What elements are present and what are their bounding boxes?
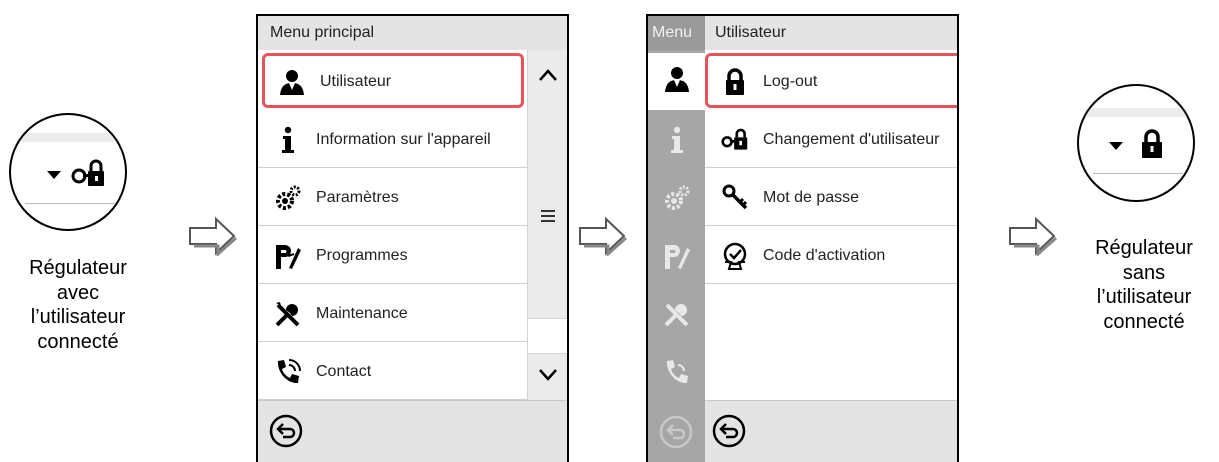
menu-item-parametres[interactable]: Paramètres	[258, 169, 530, 226]
main-menu-screen: Menu principal Utilisateur Information s…	[256, 14, 569, 462]
scroll-thumb[interactable]	[528, 318, 567, 354]
menu-item-label: Mot de passe	[763, 189, 860, 206]
dropdown-triangle-icon	[1109, 142, 1123, 150]
lock-icon	[726, 68, 744, 95]
menu-item-label: Maintenance	[316, 305, 408, 322]
lock-icon	[1142, 129, 1162, 158]
menu-item-changement-utilisateur[interactable]: Changement d'utilisateur	[705, 111, 957, 168]
user-lock-icon	[721, 128, 748, 150]
rail-item-parametres[interactable]	[648, 169, 705, 226]
rail-item-contact[interactable]	[648, 343, 705, 400]
info-icon	[282, 126, 294, 153]
gears-icon	[276, 185, 301, 210]
menu-item-label: Log-out	[763, 73, 818, 90]
menu-lines-icon[interactable]	[528, 200, 568, 232]
footer-bar	[258, 400, 567, 462]
gears-icon	[665, 185, 690, 210]
programs-icon	[276, 245, 301, 269]
activation-code-icon	[723, 242, 747, 270]
user-menu-screen: Menu Utilisateur Log-out Changement d'ut…	[646, 14, 959, 462]
user-icon	[665, 67, 689, 92]
rail-item-information[interactable]	[648, 111, 705, 168]
footer-bar	[705, 400, 957, 462]
arrow-right-icon	[189, 216, 237, 256]
menu-item-information[interactable]: Information sur l'appareil	[258, 111, 530, 168]
menu-item-label: Contact	[316, 363, 372, 380]
dropdown-triangle-icon	[47, 171, 61, 179]
back-arrow-icon[interactable]	[711, 413, 747, 449]
menu-item-label: Paramètres	[316, 189, 399, 206]
user-icon	[280, 70, 304, 95]
menu-item-label: Changement d'utilisateur	[763, 131, 940, 148]
arrow-right-icon	[1009, 216, 1057, 256]
back-arrow-icon[interactable]	[268, 413, 304, 449]
programs-icon	[665, 245, 690, 269]
menu-item-label: Information sur l'appareil	[316, 131, 491, 148]
menu-item-programmes[interactable]: Programmes	[258, 227, 530, 284]
menu-item-label: Utilisateur	[320, 73, 392, 90]
tools-icon	[275, 302, 300, 327]
menu-item-mot-de-passe[interactable]: Mot de passe	[705, 169, 957, 226]
menu-item-code-activation[interactable]: Code d'activation	[705, 227, 957, 284]
menu-item-contact[interactable]: Contact	[258, 343, 530, 400]
chevron-up-icon[interactable]	[528, 50, 568, 98]
scrollbar[interactable]	[527, 50, 567, 400]
chevron-down-icon[interactable]	[528, 352, 568, 400]
rail-item-utilisateur[interactable]	[648, 53, 705, 110]
back-arrow-icon	[659, 415, 693, 449]
menu-item-label: Programmes	[316, 247, 408, 264]
menu-item-label: Code d'activation	[763, 247, 886, 264]
caption-right: Régulateur sans l’utilisateur connecté	[1095, 237, 1193, 333]
zoom-user-logged-in	[9, 113, 127, 231]
menu-item-utilisateur[interactable]: Utilisateur	[262, 53, 524, 108]
screen-title: Menu principal	[258, 16, 567, 50]
phone-icon	[666, 360, 688, 384]
key-icon	[722, 184, 748, 210]
rail-item-programmes[interactable]	[648, 227, 705, 284]
menu-item-maintenance[interactable]: Maintenance	[258, 285, 530, 342]
user-lock-icon	[71, 159, 104, 186]
arrow-right-icon	[579, 216, 627, 256]
menu-tab[interactable]: Menu	[648, 16, 705, 50]
caption-left: Régulateur avec l’utilisateur connecté	[29, 257, 127, 353]
rail-item-maintenance[interactable]	[648, 285, 705, 342]
main-menu-rail: Menu	[648, 16, 705, 462]
zoom-user-logged-out	[1077, 84, 1195, 202]
tools-icon	[664, 303, 689, 327]
info-icon	[671, 126, 683, 153]
phone-icon	[277, 359, 301, 384]
screen-title: Utilisateur	[705, 16, 957, 50]
menu-item-log-out[interactable]: Log-out	[705, 53, 957, 108]
